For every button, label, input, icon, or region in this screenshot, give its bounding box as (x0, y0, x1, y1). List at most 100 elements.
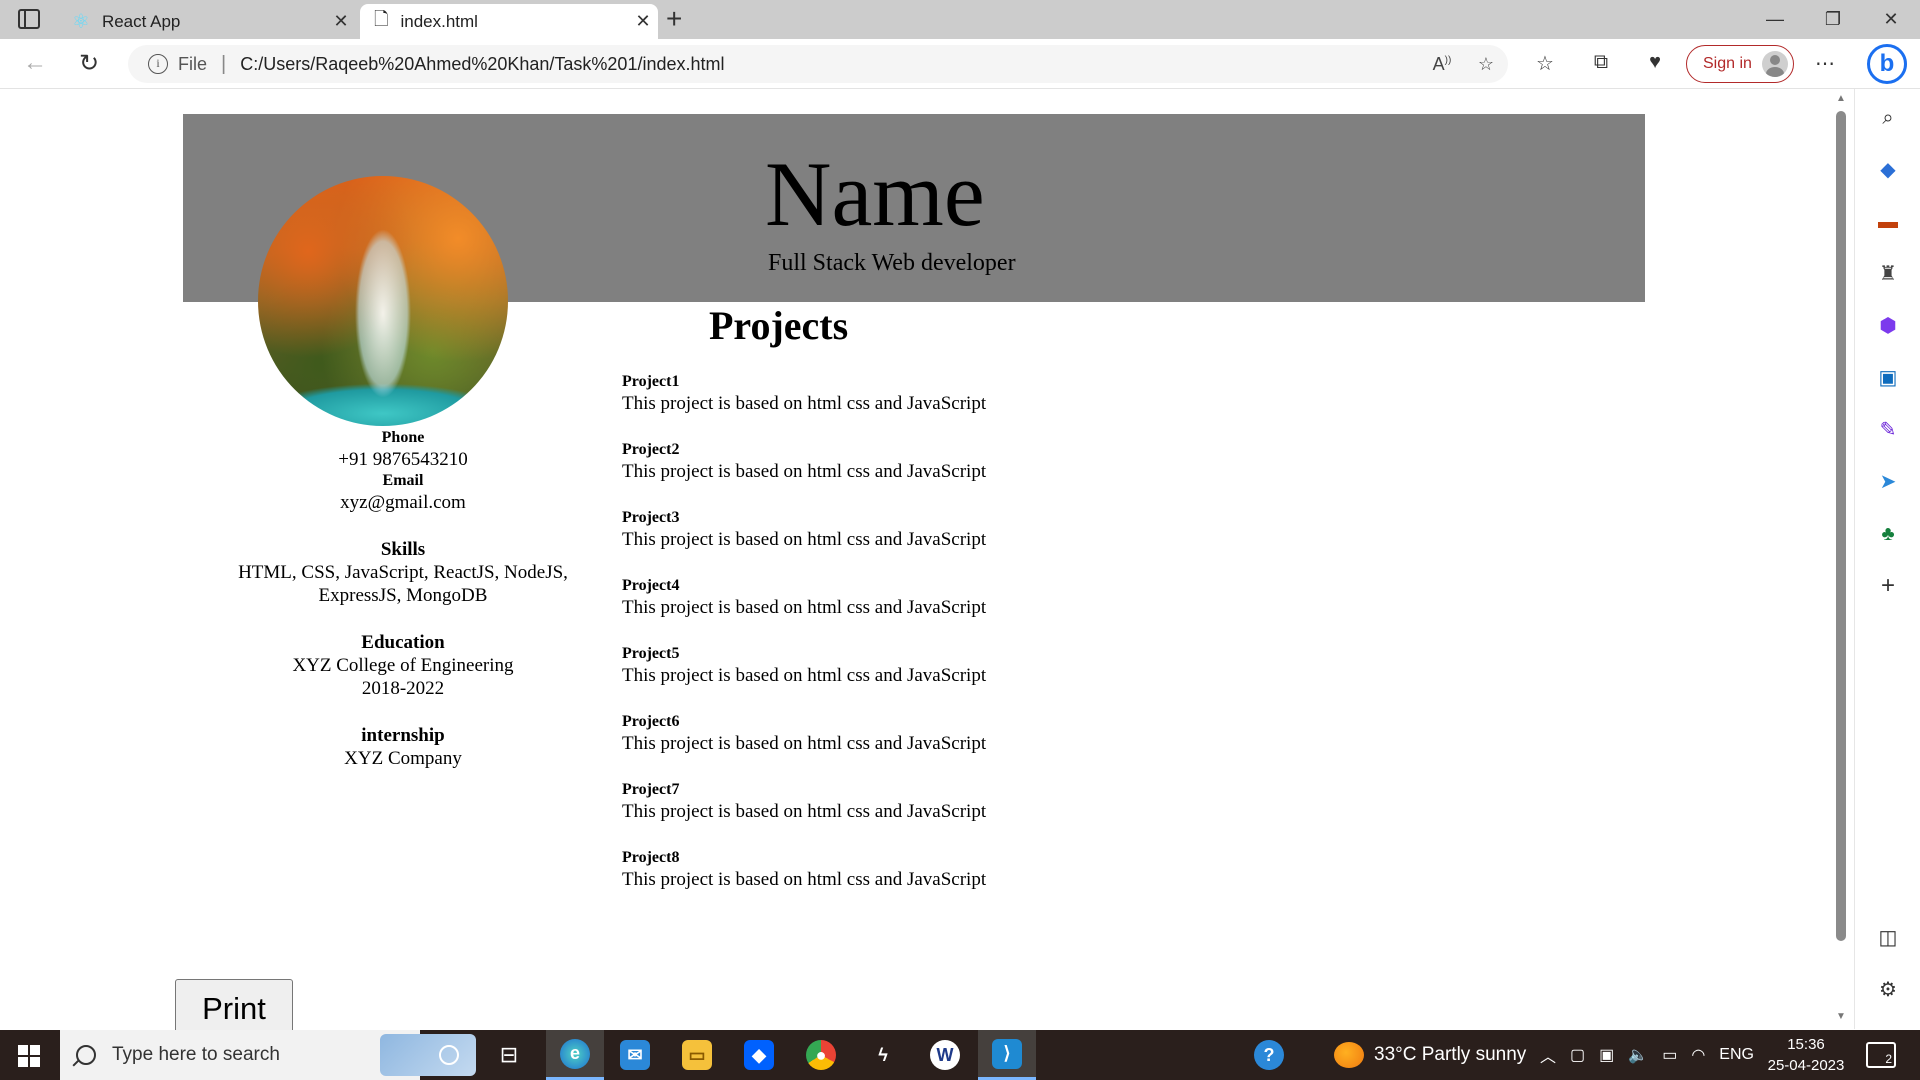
scroll-thumb[interactable] (1836, 111, 1846, 941)
scroll-down-icon[interactable]: ▼ (1836, 1011, 1846, 1022)
info-icon[interactable]: i (148, 54, 168, 74)
windows-start-icon[interactable] (18, 1045, 40, 1067)
resume-page: Name Full Stack Web developer Phone +91 … (0, 90, 1830, 1035)
refresh-icon[interactable]: ↻ (74, 49, 104, 78)
tab-title: index.html (400, 11, 478, 31)
new-tab-button[interactable]: + (666, 4, 682, 34)
project-description: This project is based on html css and Ja… (622, 529, 987, 550)
chevron-up-icon[interactable]: ︿ (1540, 1043, 1556, 1067)
list-item: Project5 This project is based on html c… (622, 644, 1322, 712)
project-title: Project4 (622, 577, 680, 594)
games-icon[interactable]: ♜ (1875, 261, 1901, 287)
file-icon: 🗋 (374, 8, 389, 29)
skills-value: HTML, CSS, JavaScript, ReactJS, NodeJS, … (238, 562, 568, 606)
bing-icon[interactable]: b (1867, 44, 1907, 84)
search-icon[interactable]: ⌕ (1875, 105, 1901, 131)
dropbox-icon[interactable]: ◆ (730, 1030, 788, 1080)
collections-icon[interactable]: ⧉ (1586, 51, 1616, 74)
edge-icon[interactable]: e (546, 1030, 604, 1080)
resume-name: Name (765, 143, 985, 245)
favorites-icon[interactable]: ☆ (1530, 51, 1560, 76)
education-label: Education (361, 632, 445, 653)
taskbar-search-input[interactable]: Type here to search (60, 1030, 476, 1080)
close-icon[interactable]: ✕ (628, 11, 658, 32)
clock-date: 25-04-2023 (1767, 1057, 1845, 1074)
close-icon[interactable]: ✕ (326, 11, 356, 32)
add-favorite-icon[interactable]: ☆ (1464, 54, 1508, 75)
weather-text: 33°C Partly sunny (1374, 1044, 1527, 1065)
volume-icon[interactable]: 🔈 (1628, 1045, 1648, 1065)
list-item: Project2 This project is based on html c… (622, 440, 1322, 508)
divider: | (221, 52, 227, 75)
designer-icon[interactable]: ✎ (1875, 417, 1901, 443)
app-w-icon[interactable]: W (916, 1030, 974, 1080)
sign-in-label: Sign in (1703, 55, 1752, 72)
close-window-icon[interactable]: ✕ (1862, 0, 1920, 39)
phone-value: +91 9876543210 (338, 449, 468, 470)
app-lightning-icon[interactable]: ϟ (854, 1030, 912, 1080)
meet-icon[interactable]: ▢ (1570, 1045, 1585, 1065)
add-icon[interactable]: + (1875, 573, 1901, 599)
tab-react-app[interactable]: ⚛ React App ✕ (60, 4, 356, 39)
search-placeholder: Type here to search (112, 1044, 280, 1065)
email-label: Email (382, 472, 424, 489)
cortana-icon[interactable] (420, 1030, 478, 1080)
taskbar-clock[interactable]: 15:36 25-04-2023 (1766, 1034, 1846, 1076)
contact-column: Phone +91 9876543210 Email xyz@gmail.com… (183, 428, 623, 770)
list-item: Project3 This project is based on html c… (622, 508, 1322, 576)
sign-in-button[interactable]: Sign in (1686, 45, 1794, 83)
wifi-icon[interactable]: ◠ (1691, 1045, 1705, 1065)
print-button[interactable]: Print (175, 979, 293, 1035)
address-bar[interactable]: i File | C:/Users/Raqeeb%20Ahmed%20Khan/… (128, 45, 1508, 83)
project-title: Project6 (622, 713, 680, 730)
restore-icon[interactable]: ❐ (1804, 0, 1862, 39)
project-title: Project3 (622, 509, 680, 526)
project-title: Project5 (622, 645, 680, 662)
system-tray: ︿ ▢ ▣ 🔈 ▭ ◠ ENG (1540, 1030, 1754, 1080)
help-icon[interactable]: ? (1240, 1030, 1298, 1080)
education-years: 2018-2022 (361, 678, 445, 699)
weather-widget[interactable]: 33°C Partly sunny (1334, 1030, 1526, 1080)
notification-icon[interactable]: 2 (1866, 1042, 1896, 1068)
education-school: XYZ College of Engineering (292, 655, 514, 676)
tab-actions-icon[interactable] (18, 9, 40, 29)
project-title: Project2 (622, 441, 680, 458)
mail-icon[interactable]: ✉ (606, 1030, 664, 1080)
language-indicator[interactable]: ENG (1719, 1046, 1754, 1064)
project-description: This project is based on html css and Ja… (622, 665, 987, 686)
outlook-icon[interactable]: ▣ (1875, 365, 1901, 391)
read-aloud-icon[interactable]: A)) (1420, 54, 1464, 75)
browser-essentials-icon[interactable]: ♥ (1640, 51, 1670, 74)
tab-index-html[interactable]: 🗋 index.html ✕ (360, 4, 658, 39)
minimize-icon[interactable]: — (1746, 0, 1804, 39)
battery-icon[interactable]: ▭ (1662, 1045, 1677, 1065)
skills-label: Skills (380, 539, 426, 560)
task-view-icon[interactable]: ⊟ (480, 1030, 538, 1080)
more-options-icon[interactable]: ⋯ (1810, 51, 1840, 76)
tools-icon[interactable]: ▬ (1875, 209, 1901, 235)
file-explorer-icon[interactable]: ▭ (668, 1030, 726, 1080)
display-icon[interactable]: ▣ (1599, 1045, 1614, 1065)
list-item: Project1 This project is based on html c… (622, 372, 1322, 440)
vscode-icon[interactable]: ⟩ (978, 1030, 1036, 1080)
project-description: This project is based on html css and Ja… (622, 393, 987, 414)
scroll-up-icon[interactable]: ▲ (1836, 93, 1846, 104)
edge-sidebar: ⌕ ◆ ▬ ♜ ⬢ ▣ ✎ ➤ ♣ + ◫ ⚙ (1854, 89, 1920, 1029)
settings-gear-icon[interactable]: ⚙ (1875, 977, 1901, 1003)
internship-label: internship (361, 725, 445, 746)
projects-heading: Projects (709, 303, 849, 348)
microsoft-365-icon[interactable]: ⬢ (1875, 313, 1901, 339)
list-item: Project4 This project is based on html c… (622, 576, 1322, 644)
projects-list: Project1 This project is based on html c… (622, 372, 1322, 916)
tree-icon[interactable]: ♣ (1875, 521, 1901, 547)
chrome-icon[interactable]: ● (792, 1030, 850, 1080)
email-value: xyz@gmail.com (340, 492, 466, 513)
split-screen-icon[interactable]: ◫ (1875, 925, 1901, 951)
back-arrow-icon[interactable]: ← (20, 49, 50, 77)
avatar (1761, 51, 1788, 77)
shopping-tag-icon[interactable]: ◆ (1875, 157, 1901, 183)
tab-strip: ⚛ React App ✕ 🗋 index.html ✕ + — ❐ ✕ (0, 0, 1920, 39)
page-scrollbar[interactable]: ▲ ▼ (1830, 89, 1854, 1029)
send-icon[interactable]: ➤ (1875, 469, 1901, 495)
url-text[interactable]: C:/Users/Raqeeb%20Ahmed%20Khan/Task%201/… (240, 54, 1420, 75)
